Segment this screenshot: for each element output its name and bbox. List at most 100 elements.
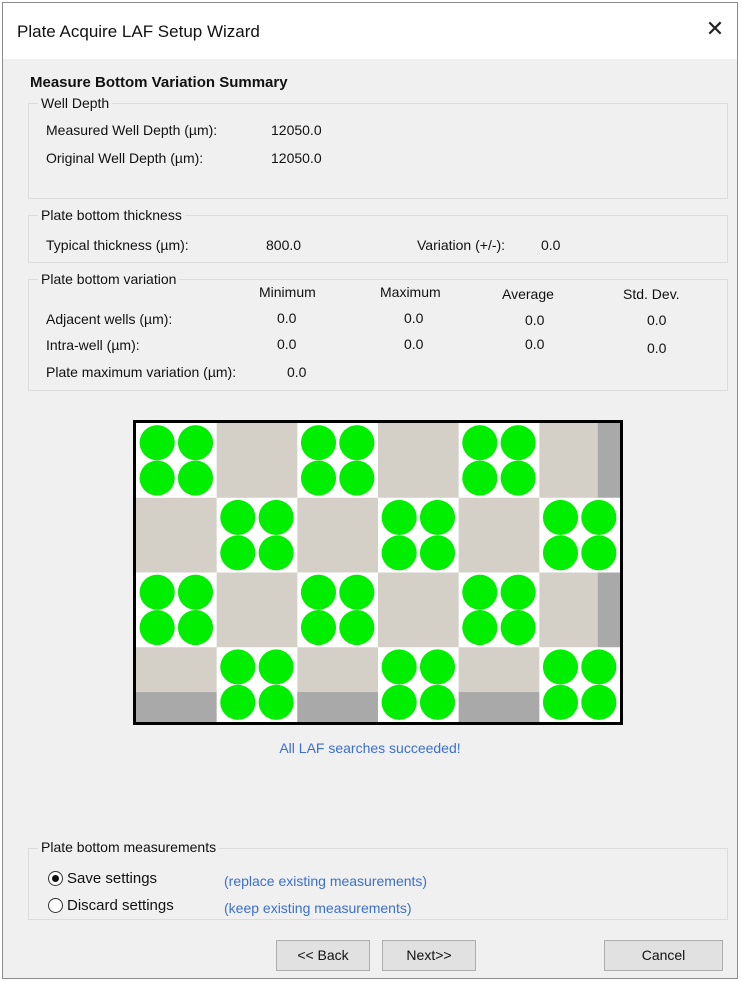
back-button[interactable]: << Back <box>276 940 370 971</box>
well-success-marker <box>419 684 456 720</box>
plate-block <box>216 572 298 648</box>
plate-block <box>297 497 379 573</box>
well-success-marker <box>177 425 214 461</box>
variation-group: Plate bottom variation Minimum Maximum A… <box>28 271 728 391</box>
well-success-marker <box>177 460 214 496</box>
original-well-depth-label: Original Well Depth (µm): <box>46 150 204 166</box>
well-success-marker <box>419 535 456 571</box>
plate-block <box>378 423 460 499</box>
well-success-marker <box>339 609 375 646</box>
title-bar: Plate Acquire LAF Setup Wizard ✕ <box>3 3 737 59</box>
plate-block <box>136 497 218 573</box>
plate-edge-shade <box>297 692 379 722</box>
intra-well-average: 0.0 <box>525 336 545 352</box>
plate-edge-shade <box>458 692 540 722</box>
laf-status-message: All LAF searches succeeded! <box>279 740 461 756</box>
well-success-marker <box>300 609 337 646</box>
column-header-minimum: Minimum <box>259 284 316 300</box>
well-success-marker <box>139 460 175 496</box>
plate-block <box>216 423 298 499</box>
well-success-marker <box>381 535 417 571</box>
measurements-group-title: Plate bottom measurements <box>38 839 220 855</box>
variation-label: Variation (+/-): <box>417 237 506 253</box>
well-success-marker <box>581 649 617 685</box>
adjacent-wells-std-dev: 0.0 <box>647 312 667 328</box>
well-success-marker <box>177 609 214 646</box>
save-settings-label[interactable]: Save settings <box>67 870 157 887</box>
plate-block <box>458 497 540 573</box>
discard-settings-radio-indicator[interactable] <box>48 898 63 913</box>
well-success-marker <box>581 535 617 571</box>
well-success-marker <box>220 535 256 571</box>
intra-well-maximum: 0.0 <box>404 336 424 352</box>
discard-settings-radio[interactable]: Discard settings <box>48 897 174 914</box>
well-success-marker <box>462 609 498 646</box>
adjacent-wells-label: Adjacent wells (µm): <box>46 311 173 327</box>
well-success-marker <box>139 574 175 610</box>
original-well-depth-value: 12050.0 <box>271 150 322 166</box>
well-success-marker <box>339 460 375 496</box>
well-success-marker <box>542 499 579 536</box>
plate-edge-shade <box>136 692 218 722</box>
well-success-marker <box>462 460 498 496</box>
window-title: Plate Acquire LAF Setup Wizard <box>17 22 260 41</box>
save-settings-hint: (replace existing measurements) <box>224 873 428 889</box>
well-success-marker <box>462 425 498 461</box>
measured-well-depth-label: Measured Well Depth (µm): <box>46 122 218 138</box>
well-success-marker <box>220 684 256 720</box>
measurements-group: Plate bottom measurements Save settings … <box>28 839 728 920</box>
well-success-marker <box>581 684 617 720</box>
wizard-window: Plate Acquire LAF Setup Wizard ✕ Measure… <box>2 2 738 979</box>
well-success-marker <box>258 649 294 685</box>
adjacent-wells-average: 0.0 <box>525 312 545 328</box>
plate-edge-shade <box>597 572 620 648</box>
column-header-average: Average <box>502 286 554 302</box>
well-success-marker <box>258 535 294 571</box>
well-success-marker <box>381 499 417 536</box>
well-success-marker <box>500 425 536 461</box>
well-success-marker <box>339 425 375 461</box>
cancel-button[interactable]: Cancel <box>604 940 723 971</box>
well-success-marker <box>177 574 214 610</box>
well-success-marker <box>542 684 579 720</box>
adjacent-wells-maximum: 0.0 <box>404 310 424 326</box>
well-success-marker <box>381 649 417 685</box>
plate-edge-shade <box>597 423 620 499</box>
variation-group-title: Plate bottom variation <box>38 271 180 287</box>
plate-block <box>378 572 460 648</box>
plate-max-variation-value: 0.0 <box>287 364 307 380</box>
well-success-marker <box>381 684 417 720</box>
well-depth-group: Well Depth Measured Well Depth (µm): 120… <box>28 95 728 199</box>
well-success-marker <box>300 425 337 461</box>
save-settings-radio-indicator[interactable] <box>48 871 63 886</box>
variation-value: 0.0 <box>541 237 561 253</box>
well-success-marker <box>500 609 536 646</box>
well-success-marker <box>139 609 175 646</box>
well-depth-group-title: Well Depth <box>38 95 113 111</box>
well-success-marker <box>139 425 175 461</box>
column-header-std-dev: Std. Dev. <box>623 286 680 302</box>
well-success-marker <box>300 574 337 610</box>
well-success-marker <box>419 499 456 536</box>
intra-well-label: Intra-well (µm): <box>46 337 140 353</box>
well-success-marker <box>500 460 536 496</box>
thickness-group-title: Plate bottom thickness <box>38 207 185 223</box>
well-success-marker <box>258 499 294 536</box>
well-success-marker <box>258 684 294 720</box>
well-success-marker <box>500 574 536 610</box>
column-header-maximum: Maximum <box>380 284 441 300</box>
intra-well-minimum: 0.0 <box>277 336 297 352</box>
next-button[interactable]: Next>> <box>382 940 476 971</box>
well-success-marker <box>419 649 456 685</box>
typical-thickness-label: Typical thickness (µm): <box>46 237 189 253</box>
discard-settings-label[interactable]: Discard settings <box>67 897 174 914</box>
discard-settings-hint: (keep existing measurements) <box>224 900 412 916</box>
measured-well-depth-value: 12050.0 <box>271 122 322 138</box>
save-settings-radio[interactable]: Save settings <box>48 870 157 887</box>
close-icon[interactable]: ✕ <box>703 17 727 41</box>
well-success-marker <box>339 574 375 610</box>
intra-well-std-dev: 0.0 <box>647 340 667 356</box>
adjacent-wells-minimum: 0.0 <box>277 310 297 326</box>
well-success-marker <box>542 535 579 571</box>
plate-well-map <box>133 420 623 725</box>
